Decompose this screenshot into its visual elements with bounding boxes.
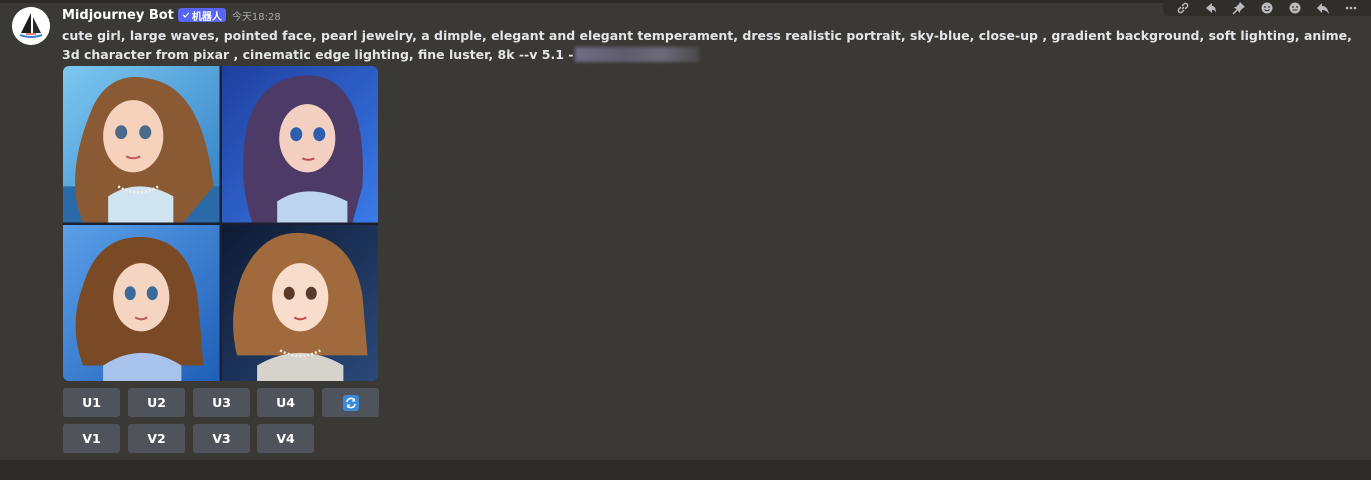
reroll-button[interactable] [322, 388, 379, 417]
link-icon[interactable] [1174, 0, 1192, 16]
upscale-button-2[interactable]: U2 [128, 388, 185, 417]
pin-icon[interactable] [1230, 0, 1248, 16]
bot-badge: 机器人 [177, 8, 226, 23]
share-icon[interactable] [1202, 0, 1220, 16]
emoji-icon[interactable] [1286, 0, 1304, 16]
username[interactable]: Midjourney Bot [62, 8, 174, 23]
blurred-mention [575, 47, 700, 62]
variation-button-4[interactable]: V4 [257, 424, 314, 453]
message-toolbar [1163, 0, 1371, 16]
grid-image-3[interactable] [63, 224, 220, 381]
variation-button-2[interactable]: V2 [128, 424, 185, 453]
footer-bar [0, 460, 1371, 480]
message-header: Midjourney Bot 机器人 今天18:28 [62, 6, 281, 24]
bot-badge-label: 机器人 [191, 11, 222, 23]
verified-check-icon [182, 12, 190, 18]
more-icon[interactable] [1342, 0, 1360, 16]
grid-image-2[interactable] [221, 66, 378, 223]
refresh-icon [342, 394, 359, 411]
variation-button-1[interactable]: V1 [63, 424, 120, 453]
upscale-button-1[interactable]: U1 [63, 388, 120, 417]
reply-icon[interactable] [1314, 0, 1332, 16]
timestamp: 今天18:28 [231, 11, 281, 23]
prompt-content: cute girl, large waves, pointed face, pe… [62, 28, 1352, 62]
upscale-button-4[interactable]: U4 [257, 388, 314, 417]
add-reaction-icon[interactable] [1258, 0, 1276, 16]
image-grid[interactable] [63, 66, 378, 381]
variation-button-3[interactable]: V3 [193, 424, 250, 453]
avatar[interactable] [12, 7, 50, 45]
prompt-text: cute girl, large waves, pointed face, pe… [62, 26, 1352, 64]
upscale-button-3[interactable]: U3 [193, 388, 250, 417]
grid-image-1[interactable] [63, 66, 220, 223]
sailboat-logo-icon [12, 7, 50, 45]
grid-image-4[interactable] [221, 224, 378, 381]
